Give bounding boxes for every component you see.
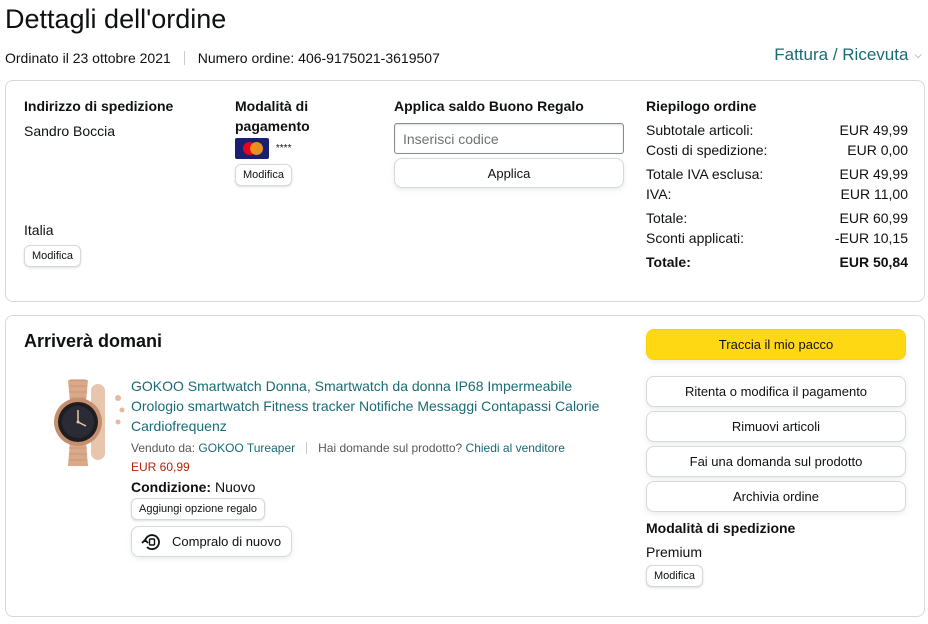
- divider: [183, 51, 185, 65]
- gift-card-heading: Applica saldo Buono Regalo: [394, 98, 584, 114]
- chevron-down-icon: ⌵: [914, 49, 922, 61]
- summary-row: Totale IVA esclusa: EUR 49,99: [646, 166, 908, 182]
- divider: [306, 442, 308, 454]
- question-label: Hai domande sul prodotto?: [318, 441, 463, 455]
- card-number: ****: [275, 143, 292, 154]
- seller-info: Venduto da: GOKOO Tureaper Hai domande s…: [131, 441, 621, 455]
- buy-again-icon: [141, 533, 160, 550]
- order-info: Ordinato il 23 ottobre 2021 Numero ordin…: [5, 50, 440, 66]
- shipping-address-heading: Indirizzo di spedizione: [24, 98, 174, 114]
- edit-shipping-method-button[interactable]: Modifica: [646, 565, 703, 587]
- order-actions: Traccia il mio pacco Ritenta o modifica …: [646, 329, 906, 587]
- page-title: Dettagli dell'ordine: [5, 4, 227, 34]
- summary-row: Totale: EUR 60,99: [646, 210, 908, 226]
- track-package-button[interactable]: Traccia il mio pacco: [646, 329, 906, 360]
- edit-address-button[interactable]: Modifica: [24, 245, 81, 267]
- order-summary-box: Indirizzo di spedizione Sandro Boccia It…: [5, 80, 925, 302]
- gift-code-input[interactable]: [394, 123, 624, 154]
- order-date: Ordinato il 23 ottobre 2021: [5, 50, 171, 66]
- summary-row: Sconti applicati: -EUR 10,15: [646, 230, 908, 246]
- seller-link[interactable]: GOKOO Tureaper: [198, 441, 295, 455]
- summary-row: Costi di spedizione: EUR 0,00: [646, 142, 908, 158]
- product-condition: Condizione: Nuovo: [131, 479, 256, 495]
- product-image[interactable]: [28, 376, 128, 468]
- payment-section: Modalità di pagamento **** Modifica: [235, 96, 355, 186]
- sold-by-label: Venduto da:: [131, 441, 196, 455]
- archive-order-button[interactable]: Archivia ordine: [646, 481, 906, 512]
- order-number: Numero ordine: 406-9175021-3619507: [197, 50, 440, 66]
- ask-seller-link[interactable]: Chiedi al venditore: [466, 441, 565, 455]
- recipient-name: Sandro Boccia: [24, 123, 116, 139]
- apply-gift-button[interactable]: Applica: [394, 158, 624, 188]
- remove-items-button[interactable]: Rimuovi articoli: [646, 411, 906, 442]
- product-title-link[interactable]: GOKOO Smartwatch Donna, Smartwatch da do…: [131, 376, 621, 436]
- gift-card-section: Applica saldo Buono Regalo Applica: [394, 96, 626, 188]
- ask-question-button[interactable]: Fai una domanda sul prodotto: [646, 446, 906, 477]
- shipment-box: Arriverà domani GOKOO Smartwatch Donna, …: [5, 315, 925, 617]
- shipping-address-section: Indirizzo di spedizione Sandro Boccia It…: [24, 96, 173, 267]
- order-totals-section: Riepilogo ordine Subtotale articoli: EUR …: [646, 96, 908, 272]
- summary-heading: Riepilogo ordine: [646, 98, 757, 114]
- recipient-country: Italia: [24, 222, 54, 238]
- retry-payment-button[interactable]: Ritenta o modifica il pagamento: [646, 376, 906, 407]
- summary-row: IVA: EUR 11,00: [646, 186, 908, 202]
- edit-payment-button[interactable]: Modifica: [235, 164, 292, 186]
- shipping-method-heading: Modalità di spedizione: [646, 520, 796, 536]
- summary-row: Subtotale articoli: EUR 49,99: [646, 122, 908, 138]
- product-details: GOKOO Smartwatch Donna, Smartwatch da do…: [131, 376, 621, 557]
- product-price: EUR 60,99: [131, 460, 190, 474]
- gift-option-button[interactable]: Aggiungi opzione regalo: [131, 498, 266, 520]
- buy-again-label: Compralo di nuovo: [172, 534, 282, 549]
- invoice-label: Fattura / Ricevuta: [774, 45, 909, 64]
- buy-again-button[interactable]: Compralo di nuovo: [131, 526, 293, 557]
- delivery-heading: Arriverà domani: [24, 331, 163, 351]
- payment-heading: Modalità di pagamento: [235, 98, 310, 134]
- mastercard-icon: [235, 138, 269, 159]
- grand-total-row: Totale: EUR 50,84: [646, 254, 908, 270]
- shipping-method-value: Premium: [646, 544, 703, 560]
- invoice-dropdown[interactable]: Fattura / Ricevuta ⌵: [774, 45, 922, 65]
